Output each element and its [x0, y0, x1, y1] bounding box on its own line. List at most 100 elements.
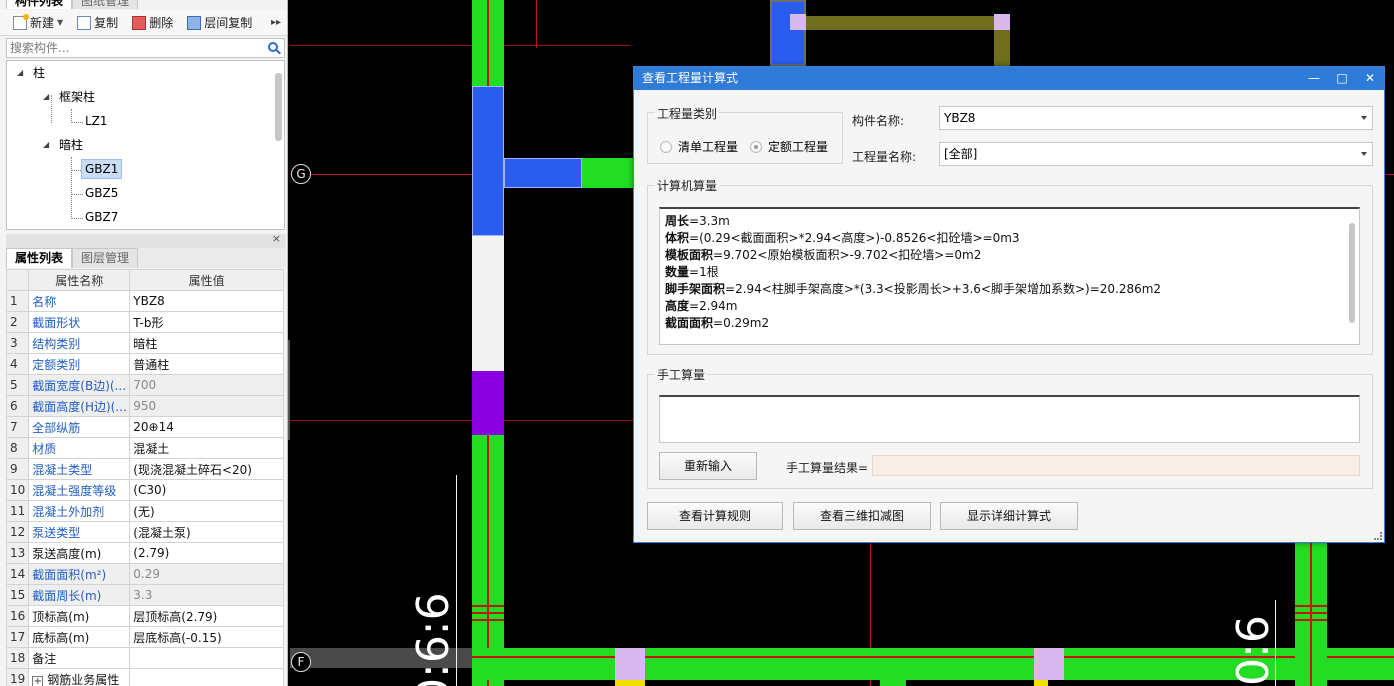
tree-item-gbz7[interactable]: GBZ7 [85, 206, 118, 228]
calc-expression: =(0.29<截面面积>*2.94<高度>)-0.8526<扣砼墙>=0m3 [689, 231, 1020, 245]
search-icon[interactable] [268, 42, 278, 52]
property-row[interactable]: 13 泵送高度(m) (2.79) [5, 542, 284, 564]
tab-property-list[interactable]: 属性列表 [6, 248, 73, 268]
close-icon[interactable]: × [272, 232, 281, 245]
property-row[interactable]: 3 结构类别 暗柱 [5, 332, 284, 354]
column-top-blue[interactable] [770, 0, 806, 66]
radio-quota-quantity[interactable]: 定额工程量 [750, 138, 828, 155]
property-value[interactable]: 3.3 [129, 584, 284, 606]
property-row[interactable]: 19 + 钢筋业务属性 [5, 668, 284, 686]
delete-button[interactable]: 删除 [127, 12, 178, 34]
property-value[interactable]: (无) [129, 500, 284, 522]
property-value-header: 属性值 [129, 269, 284, 291]
property-value[interactable]: (C30) [129, 479, 284, 501]
tab-layer-management[interactable]: 图层管理 [72, 248, 139, 268]
property-row[interactable]: 14 截面面积(m²) 0.29 [5, 563, 284, 585]
property-value[interactable] [129, 668, 284, 686]
reenter-button[interactable]: 重新输入 [659, 452, 757, 480]
calc-scrollbar[interactable] [1349, 223, 1355, 323]
calc-line: 周长=3.3m [665, 213, 1354, 230]
property-row[interactable]: 7 全部纵筋 20⊕14 [5, 416, 284, 438]
minimize-icon[interactable]: — [1300, 67, 1328, 90]
tree-node-column[interactable]: ◢ 柱 [17, 62, 45, 84]
toolbar-more-icon[interactable]: ▸▸ [271, 17, 281, 28]
property-name: + 钢筋业务属性 [28, 668, 131, 686]
property-value[interactable]: YBZ8 [129, 290, 284, 312]
tree-item-lz1[interactable]: LZ1 [85, 110, 108, 132]
radio-list-quantity[interactable]: 清单工程量 [660, 138, 738, 155]
property-row[interactable]: 11 混凝土外加剂 (无) [5, 500, 284, 522]
column-t-shape-ybz8[interactable] [472, 86, 504, 236]
tree-item-gbz1[interactable]: GBZ1 [81, 158, 123, 180]
property-row[interactable]: 12 泵送类型 (混凝土泵) [5, 521, 284, 543]
property-name: 结构类别 [28, 332, 131, 354]
column-t-shape-flange[interactable] [504, 158, 582, 188]
copy-button[interactable]: 复制 [72, 12, 123, 34]
property-row[interactable]: 9 混凝土类型 (现浇混凝土碎石<20) [5, 458, 284, 480]
property-value[interactable] [129, 647, 284, 669]
floor-copy-button[interactable]: 层间复制 [182, 12, 257, 34]
tab-drawing-management[interactable]: 图纸管理 [72, 0, 139, 9]
property-row[interactable]: 16 顶标高(m) 层顶标高(2.79) [5, 605, 284, 627]
view-rules-button[interactable]: 查看计算规则 [647, 502, 783, 530]
property-name: 截面形状 [28, 311, 131, 333]
collapse-triangle-icon[interactable]: ◢ [17, 62, 27, 84]
left-panel: 构件列表 图纸管理 新建 ▼ 复制 删除 层间复制 ▸▸ 搜索构件... ◢ 柱… [0, 0, 288, 686]
property-value[interactable]: 20⊕14 [129, 416, 284, 438]
property-value[interactable]: 混凝土 [129, 437, 284, 459]
tab-component-list[interactable]: 构件列表 [6, 0, 73, 9]
property-row[interactable]: 18 备注 [5, 647, 284, 669]
calc-key: 数量 [665, 265, 690, 279]
property-row[interactable]: 4 定额类别 普通柱 [5, 353, 284, 375]
calc-line: 体积=(0.29<截面面积>*2.94<高度>)-0.8526<扣砼墙>=0m3 [665, 230, 1354, 247]
manual-calc-input[interactable] [659, 395, 1360, 443]
property-value[interactable]: 层底标高(-0.15) [129, 626, 284, 648]
chevron-down-icon [1361, 116, 1367, 120]
property-value[interactable]: 700 [129, 374, 284, 396]
grid-bubble-f[interactable]: F [291, 652, 311, 672]
property-value[interactable]: (2.79) [129, 542, 284, 564]
property-value[interactable]: (混凝土泵) [129, 521, 284, 543]
resize-grip-icon[interactable] [1374, 532, 1382, 540]
calc-expression: =2.94m [689, 299, 738, 313]
wall-opening[interactable] [472, 235, 504, 371]
beam-olive[interactable] [790, 16, 1010, 30]
tree-item-gbz5[interactable]: GBZ5 [85, 182, 118, 204]
new-button[interactable]: 新建 ▼ [8, 12, 68, 34]
property-value[interactable]: 0.29 [129, 563, 284, 585]
beam-olive [1034, 680, 1048, 686]
dialog-title-bar[interactable]: 查看工程量计算式 — □ ✕ [634, 67, 1384, 90]
calc-formula-box[interactable]: 周长=3.3m 体积=(0.29<截面面积>*2.94<高度>)-0.8526<扣… [659, 207, 1360, 345]
component-name-select[interactable]: YBZ8 [939, 106, 1373, 130]
tree-node-hidden-column[interactable]: ◢ 暗柱 [43, 134, 83, 156]
property-value[interactable]: 普通柱 [129, 353, 284, 375]
maximize-icon[interactable]: □ [1328, 67, 1356, 90]
grid-bubble-g[interactable]: G [291, 164, 311, 184]
tree-node-frame-column[interactable]: ◢ 框架柱 [43, 86, 95, 108]
quantity-name-select[interactable]: [全部] [939, 142, 1373, 166]
property-value[interactable]: 950 [129, 395, 284, 417]
show-detail-button[interactable]: 显示详细计算式 [940, 502, 1078, 530]
property-value[interactable]: 暗柱 [129, 332, 284, 354]
column-purple[interactable] [472, 371, 504, 435]
property-row[interactable]: 15 截面周长(m) 3.3 [5, 584, 284, 606]
wall-horizontal-g[interactable] [582, 158, 634, 188]
property-row[interactable]: 6 截面高度(H边)(... 950 [5, 395, 284, 417]
close-icon[interactable]: ✕ [1356, 67, 1384, 90]
expand-plus-icon[interactable]: + [32, 675, 44, 686]
property-row[interactable]: 2 截面形状 T-b形 [5, 311, 284, 333]
property-row[interactable]: 8 材质 混凝土 [5, 437, 284, 459]
property-value[interactable]: (现浇混凝土碎石<20) [129, 458, 284, 480]
collapse-triangle-icon[interactable]: ◢ [43, 86, 53, 108]
tree-scrollbar[interactable] [275, 73, 282, 141]
property-value[interactable]: 层顶标高(2.79) [129, 605, 284, 627]
property-name: 底标高(m) [28, 626, 131, 648]
view-3d-button[interactable]: 查看三维扣减图 [793, 502, 931, 530]
property-row[interactable]: 1 名称 YBZ8 [5, 290, 284, 312]
property-value[interactable]: T-b形 [129, 311, 284, 333]
property-row[interactable]: 5 截面宽度(B边)(... 700 [5, 374, 284, 396]
collapse-triangle-icon[interactable]: ◢ [43, 134, 53, 156]
search-input[interactable] [7, 39, 257, 57]
property-row[interactable]: 17 底标高(m) 层底标高(-0.15) [5, 626, 284, 648]
property-row[interactable]: 10 混凝土强度等级 (C30) [5, 479, 284, 501]
